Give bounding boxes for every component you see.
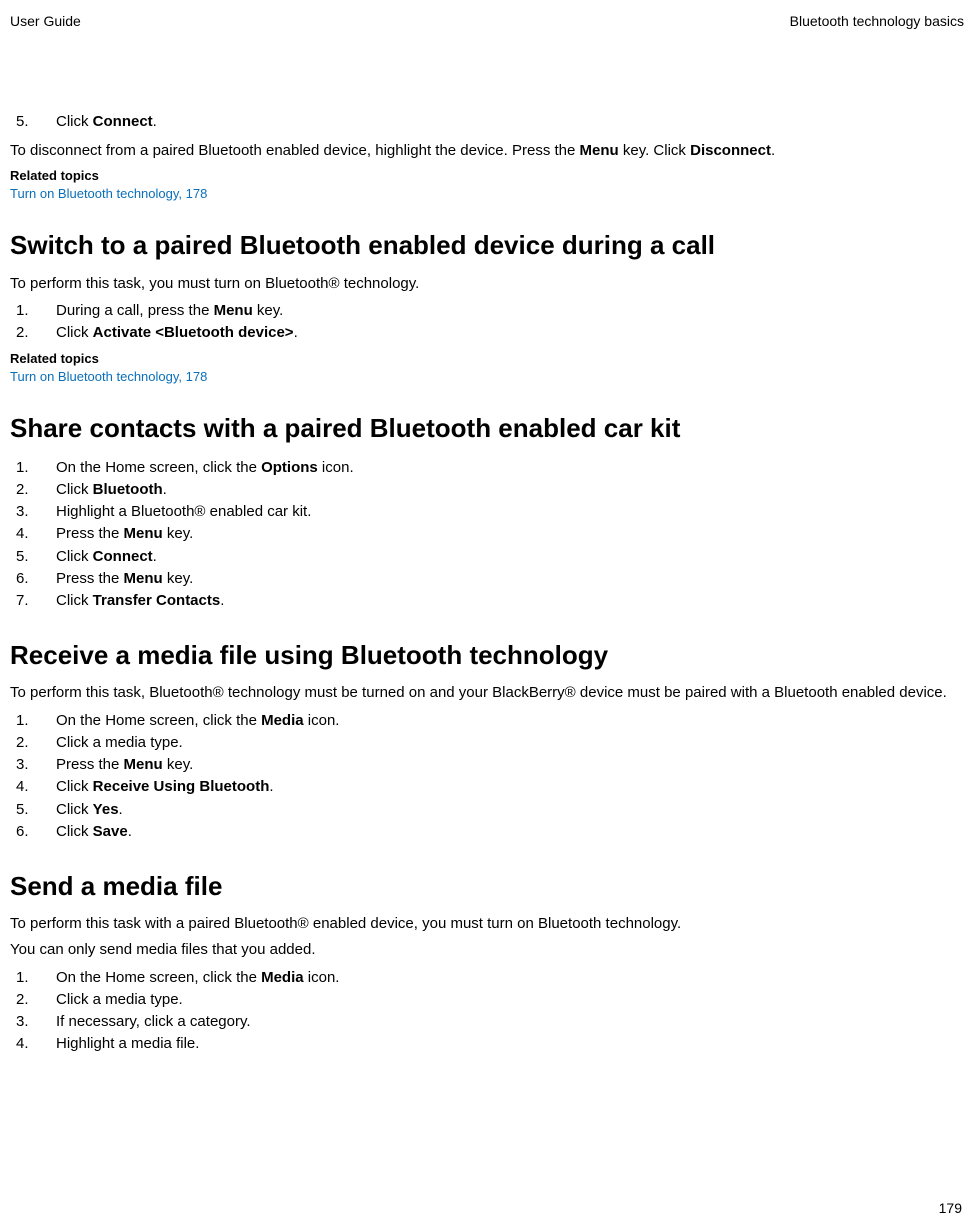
header-left: User Guide: [10, 12, 81, 31]
related-link-bluetooth-178[interactable]: Turn on Bluetooth technology, 178: [10, 185, 964, 203]
page-header: User Guide Bluetooth technology basics: [10, 12, 964, 31]
receive-step-2: Click a media type.: [10, 732, 964, 754]
switch-steps: During a call, press the Menu key. Click…: [10, 300, 964, 345]
receive-step-4: Click Receive Using Bluetooth.: [10, 776, 964, 798]
related-heading: Related topics: [10, 350, 964, 368]
continued-steps-list: Click Connect.: [10, 111, 964, 133]
send-intro1: To perform this task with a paired Bluet…: [10, 914, 964, 934]
switch-section-title: Switch to a paired Bluetooth enabled dev…: [10, 228, 964, 263]
send-section-title: Send a media file: [10, 869, 964, 904]
send-step-3: If necessary, click a category.: [10, 1011, 964, 1033]
related-link-bluetooth-178[interactable]: Turn on Bluetooth technology, 178: [10, 368, 964, 386]
share-steps: On the Home screen, click the Options ic…: [10, 457, 964, 613]
send-steps: On the Home screen, click the Media icon…: [10, 967, 964, 1056]
share-step-3: Highlight a Bluetooth® enabled car kit.: [10, 501, 964, 523]
send-intro2: You can only send media files that you a…: [10, 940, 964, 960]
disconnect-note: To disconnect from a paired Bluetooth en…: [10, 141, 964, 161]
related-topics-2: Related topics Turn on Bluetooth technol…: [10, 350, 964, 385]
header-right: Bluetooth technology basics: [790, 12, 964, 31]
receive-section-title: Receive a media file using Bluetooth tec…: [10, 638, 964, 673]
send-step-1: On the Home screen, click the Media icon…: [10, 967, 964, 989]
switch-step-2: Click Activate <Bluetooth device>.: [10, 322, 964, 344]
send-step-2: Click a media type.: [10, 989, 964, 1011]
page-number: 179: [939, 1199, 962, 1218]
share-step-2: Click Bluetooth.: [10, 479, 964, 501]
share-section-title: Share contacts with a paired Bluetooth e…: [10, 411, 964, 446]
related-topics-1: Related topics Turn on Bluetooth technol…: [10, 167, 964, 202]
share-step-1: On the Home screen, click the Options ic…: [10, 457, 964, 479]
step-5: Click Connect.: [10, 111, 964, 133]
receive-step-3: Press the Menu key.: [10, 754, 964, 776]
switch-step-1: During a call, press the Menu key.: [10, 300, 964, 322]
share-step-4: Press the Menu key.: [10, 523, 964, 545]
share-step-5: Click Connect.: [10, 546, 964, 568]
receive-step-6: Click Save.: [10, 821, 964, 843]
related-heading: Related topics: [10, 167, 964, 185]
send-step-4: Highlight a media file.: [10, 1033, 964, 1055]
receive-step-1: On the Home screen, click the Media icon…: [10, 710, 964, 732]
share-step-7: Click Transfer Contacts.: [10, 590, 964, 612]
receive-steps: On the Home screen, click the Media icon…: [10, 710, 964, 844]
switch-intro: To perform this task, you must turn on B…: [10, 274, 964, 294]
receive-step-5: Click Yes.: [10, 799, 964, 821]
receive-intro: To perform this task, Bluetooth® technol…: [10, 683, 964, 703]
share-step-6: Press the Menu key.: [10, 568, 964, 590]
